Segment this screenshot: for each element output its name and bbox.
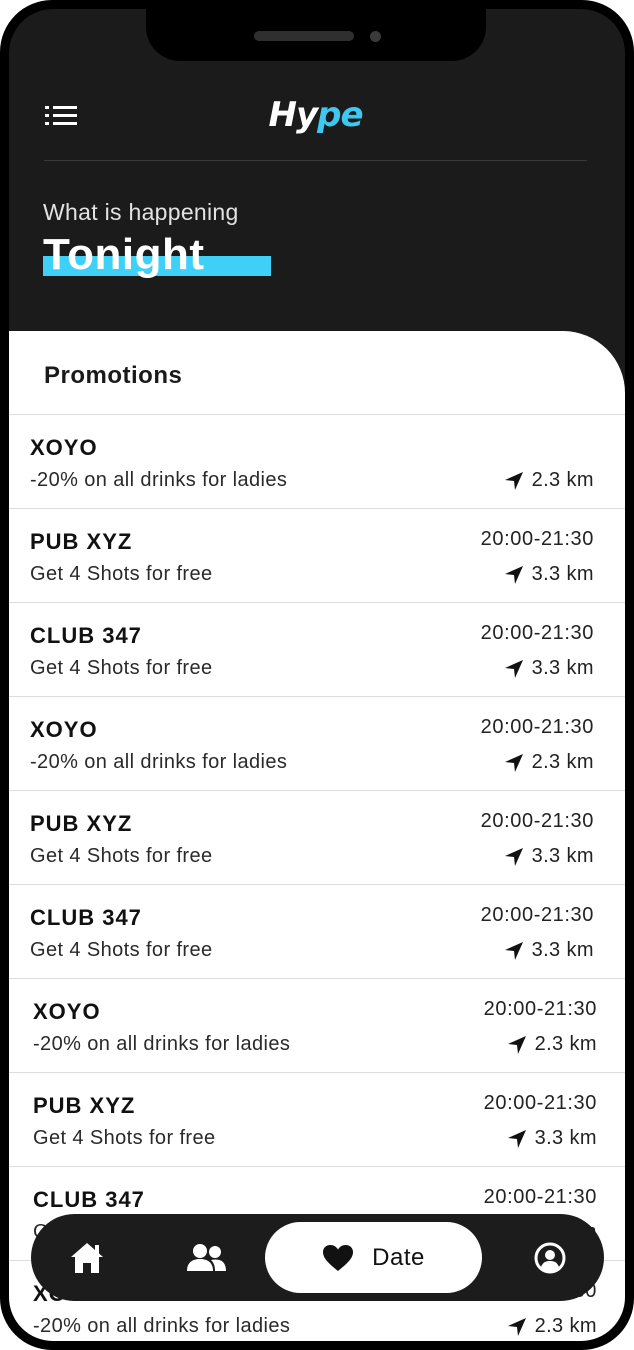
promotion-offer: -20% on all drinks for ladies: [33, 1033, 291, 1055]
venue-distance: 2.3 km: [507, 1315, 597, 1338]
venue-distance: 3.3 km: [504, 563, 594, 586]
venue-distance: 2.3 km: [507, 1033, 597, 1056]
promotions-list: XOYO -20% on all drinks for ladies 2.3 km P…: [9, 415, 625, 1341]
promotion-row[interactable]: CLUB 347 Get 4 Shots for free 20:00-21:30 3…: [9, 885, 625, 979]
distance-value: 3.3 km: [534, 1127, 597, 1149]
location-arrow-icon: [504, 565, 523, 584]
location-arrow-icon: [504, 847, 523, 866]
promotion-offer: -20% on all drinks for ladies: [30, 751, 288, 773]
promotion-time: 20:00-21:30: [483, 1186, 597, 1208]
distance-value: 2.3 km: [531, 469, 594, 491]
distance-value: 3.3 km: [531, 563, 594, 585]
venue-distance: 3.3 km: [504, 845, 594, 868]
promotion-row[interactable]: PUB XYZ Get 4 Shots for free 20:00-21:30 3.…: [9, 1073, 625, 1167]
promotion-offer: Get 4 Shots for free: [30, 563, 213, 585]
promotions-card: Promotions XOYO -20% on all drinks for la…: [9, 331, 625, 1341]
promotion-time: 20:00-21:30: [480, 810, 594, 832]
profile-icon: [534, 1242, 566, 1273]
tab-home[interactable]: [61, 1214, 113, 1301]
promotion-time: 20:00-21:30: [483, 998, 597, 1020]
promotions-header: Promotions: [9, 331, 625, 415]
promotion-time: 20:00-21:30: [480, 622, 594, 644]
promotion-offer: Get 4 Shots for free: [30, 657, 213, 679]
location-arrow-icon: [504, 471, 523, 490]
home-icon: [71, 1242, 103, 1273]
venue-name: PUB XYZ: [30, 811, 133, 836]
promotion-time: 20:00-21:30: [480, 716, 594, 738]
location-arrow-icon: [507, 1317, 526, 1336]
promotion-row[interactable]: XOYO -20% on all drinks for ladies 20:00-2…: [9, 697, 625, 791]
distance-value: 2.3 km: [534, 1033, 597, 1055]
location-arrow-icon: [507, 1129, 526, 1148]
promotion-row[interactable]: PUB XYZ Get 4 Shots for free 20:00-21:30 3.…: [9, 509, 625, 603]
venue-name: CLUB 347: [30, 905, 142, 930]
hero-heading: What is happening Tonight: [43, 199, 271, 279]
heart-icon: [323, 1244, 354, 1271]
location-arrow-icon: [504, 659, 523, 678]
venue-name: CLUB 347: [33, 1187, 145, 1212]
distance-value: 3.3 km: [531, 657, 594, 679]
venue-distance: 3.3 km: [507, 1127, 597, 1150]
phone-frame: Hype What is happening Tonight Promotion…: [0, 0, 634, 1350]
venue-name: XOYO: [33, 999, 101, 1024]
section-title: Promotions: [44, 362, 183, 389]
speaker-grille: [254, 31, 354, 41]
app-screen: Hype What is happening Tonight Promotion…: [9, 9, 625, 1341]
device-notch: [146, 9, 486, 61]
promotion-offer: -20% on all drinks for ladies: [30, 469, 288, 491]
promotion-time: 20:00-21:30: [483, 1092, 597, 1114]
location-arrow-icon: [504, 753, 523, 772]
promotion-offer: Get 4 Shots for free: [30, 939, 213, 961]
venue-name: PUB XYZ: [33, 1093, 136, 1118]
promotion-row[interactable]: XOYO -20% on all drinks for ladies 2.3 km: [9, 415, 625, 509]
tab-date-label: Date: [372, 1243, 425, 1271]
promotion-row[interactable]: PUB XYZ Get 4 Shots for free 20:00-21:30 3.…: [9, 791, 625, 885]
promotion-offer: -20% on all drinks for ladies: [33, 1315, 291, 1337]
logo-text-blue: pe: [317, 95, 363, 135]
venue-name: XOYO: [30, 717, 98, 742]
promotion-row[interactable]: CLUB 347 Get 4 Shots for free 20:00-21:30 3…: [9, 603, 625, 697]
location-arrow-icon: [504, 941, 523, 960]
venue-distance: 2.3 km: [504, 469, 594, 492]
hero-title: Tonight: [43, 230, 205, 279]
promotion-time: 20:00-21:30: [480, 528, 594, 550]
tab-date[interactable]: Date: [265, 1222, 482, 1293]
distance-value: 2.3 km: [531, 751, 594, 773]
app-logo: Hype: [44, 95, 587, 135]
hero-title-wrap: Tonight: [43, 230, 271, 279]
distance-value: 2.3 km: [534, 1315, 597, 1337]
venue-name: PUB XYZ: [30, 529, 133, 554]
promotion-row[interactable]: XOYO -20% on all drinks for ladies 20:00-2…: [9, 979, 625, 1073]
distance-value: 3.3 km: [531, 845, 594, 867]
venue-distance: 2.3 km: [504, 751, 594, 774]
venue-distance: 3.3 km: [504, 657, 594, 680]
venue-name: XOYO: [30, 435, 98, 460]
promotion-offer: Get 4 Shots for free: [30, 845, 213, 867]
tab-people[interactable]: [176, 1214, 236, 1301]
logo-text-white: Hy: [268, 95, 318, 135]
front-camera: [370, 31, 381, 42]
hero-subtitle: What is happening: [43, 199, 239, 225]
promotion-offer: Get 4 Shots for free: [33, 1127, 216, 1149]
tab-profile[interactable]: [526, 1214, 574, 1301]
location-arrow-icon: [507, 1035, 526, 1054]
venue-distance: 3.3 km: [504, 939, 594, 962]
distance-value: 3.3 km: [531, 939, 594, 961]
top-bar: Hype: [44, 91, 587, 161]
promotion-time: 20:00-21:30: [480, 904, 594, 926]
venue-name: CLUB 347: [30, 623, 142, 648]
people-icon: [187, 1243, 226, 1271]
bottom-tab-bar: Date: [31, 1214, 604, 1301]
